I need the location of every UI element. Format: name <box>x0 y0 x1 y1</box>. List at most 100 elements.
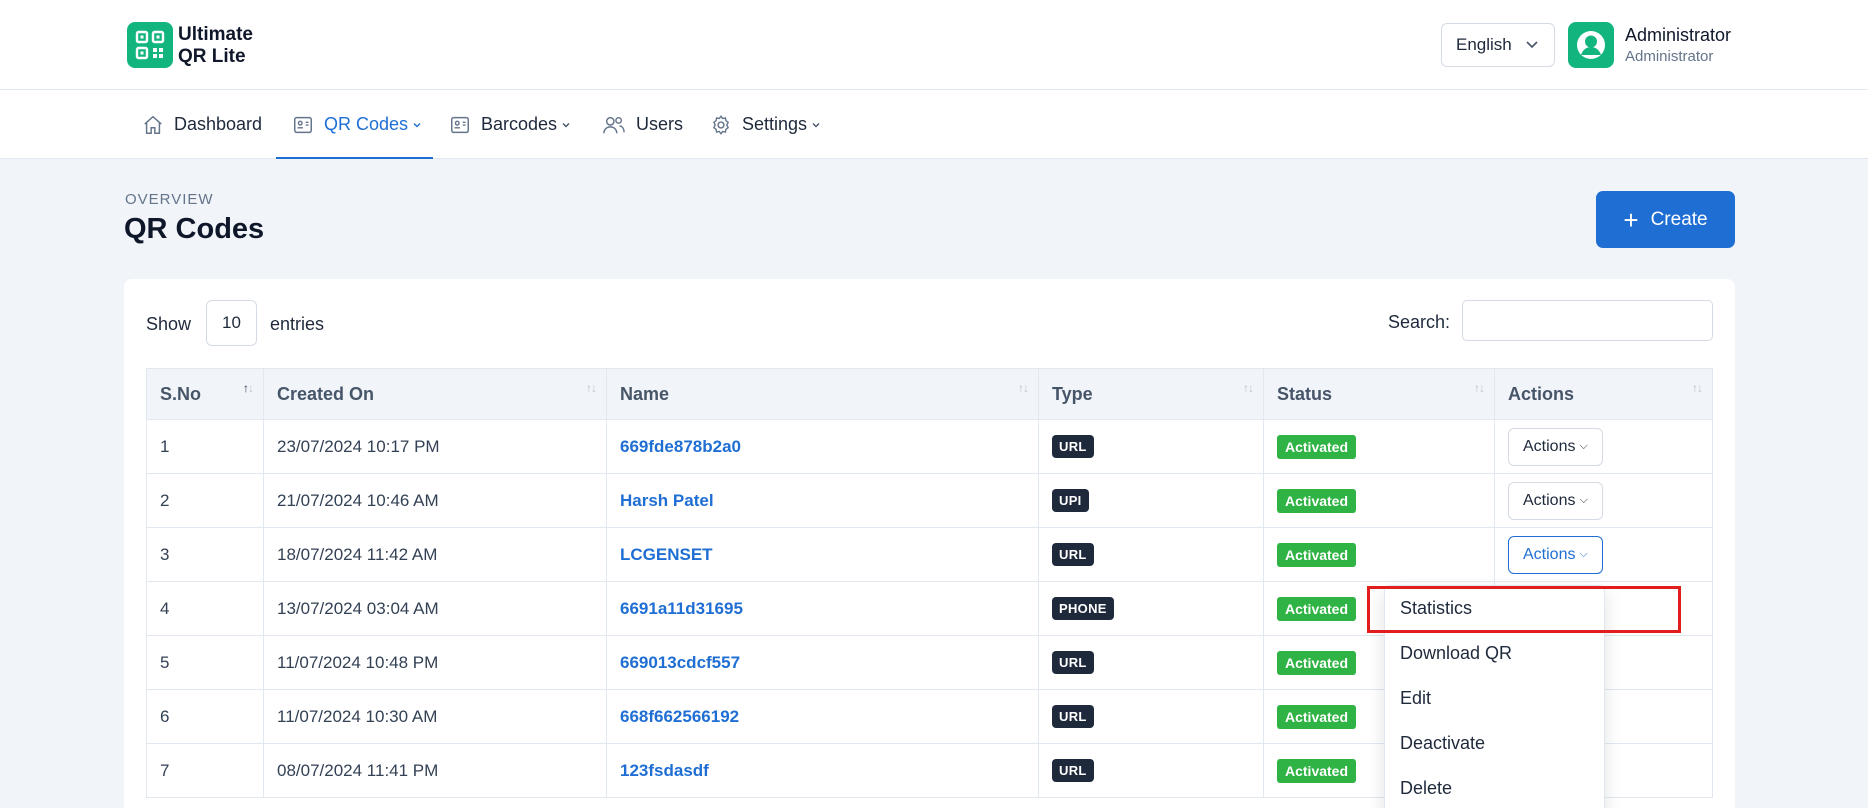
cell-name-link[interactable]: 669013cdcf557 <box>606 636 1039 690</box>
cell-status: Activated <box>1263 528 1495 582</box>
nav-label-settings: Settings <box>742 114 808 134</box>
menu-item-deactivate[interactable]: Deactivate <box>1400 733 1485 754</box>
user-avatar-icon <box>1577 31 1605 59</box>
cell-status: Activated <box>1263 420 1495 474</box>
entries-per-page-select[interactable]: 10 <box>206 300 257 346</box>
nav-item-users[interactable]: Users <box>602 90 683 159</box>
column-header-label: Actions <box>1508 383 1575 404</box>
cell-sno: 4 <box>146 582 264 636</box>
cell-created-on: 11/07/2024 10:48 PM <box>263 636 607 690</box>
menu-item-edit[interactable]: Edit <box>1400 688 1431 709</box>
actions-button[interactable]: Actions ⌵ <box>1508 481 1603 520</box>
column-header-label: Created On <box>277 383 375 404</box>
brand-line-1: Ultimate <box>178 24 253 45</box>
user-name[interactable]: Administrator <box>1625 25 1731 46</box>
sort-icon: ↑↓ <box>586 381 597 395</box>
column-header-type[interactable]: Type ↑↓ <box>1038 368 1264 420</box>
column-header-status[interactable]: Status ↑↓ <box>1263 368 1495 420</box>
cell-name-link[interactable]: 6691a11d31695 <box>606 582 1039 636</box>
cell-name-link[interactable]: Harsh Patel <box>606 474 1039 528</box>
type-badge: URL <box>1052 651 1094 674</box>
avatar[interactable] <box>1568 22 1614 68</box>
column-header-sno[interactable]: S.No ↑↓ <box>146 368 264 420</box>
page-overline: OVERVIEW <box>125 191 214 208</box>
sort-icon: ↑↓ <box>1018 381 1029 395</box>
menu-item-download-qr[interactable]: Download QR <box>1400 643 1512 664</box>
cell-type: URL <box>1038 690 1264 744</box>
chevron-down-icon <box>812 122 820 127</box>
type-badge: UPI <box>1052 489 1089 512</box>
type-badge: URL <box>1052 543 1094 566</box>
type-badge: URL <box>1052 435 1094 458</box>
cell-actions: Actions ⌵ <box>1494 420 1713 474</box>
search-label: Search: <box>1388 312 1451 332</box>
cell-name-link[interactable]: 669fde878b2a0 <box>606 420 1039 474</box>
chevron-down-icon: ⌵ <box>1579 494 1588 506</box>
column-header-label: Status <box>1277 383 1333 404</box>
cell-sno: 2 <box>146 474 264 528</box>
cell-created-on: 13/07/2024 03:04 AM <box>263 582 607 636</box>
chevron-down-icon: ⌵ <box>1579 548 1588 560</box>
nav-item-qr-codes[interactable]: QR Codes <box>292 90 422 159</box>
status-badge: Activated <box>1277 704 1357 729</box>
cell-created-on: 18/07/2024 11:42 AM <box>263 528 607 582</box>
cell-name-link[interactable]: 668f662566192 <box>606 690 1039 744</box>
cell-status: Activated <box>1263 474 1495 528</box>
actions-button[interactable]: Actions ⌵ <box>1508 427 1603 466</box>
cell-actions: Actions ⌵ <box>1494 528 1713 582</box>
status-badge: Activated <box>1277 758 1357 783</box>
search-input[interactable] <box>1462 300 1713 341</box>
nav-label-qr-codes: QR Codes <box>324 114 409 134</box>
highlight-box <box>1367 586 1681 633</box>
brand-name[interactable]: Ultimate QR Lite <box>178 24 253 68</box>
status-badge: Activated <box>1277 488 1357 513</box>
status-badge: Activated <box>1277 650 1357 675</box>
entries-label: entries <box>270 314 325 334</box>
sort-icon: ↑↓ <box>1243 381 1254 395</box>
cell-type: PHONE <box>1038 582 1264 636</box>
column-header-name[interactable]: Name ↑↓ <box>606 368 1039 420</box>
qr-name-link[interactable]: 123fsdasdf <box>620 761 709 781</box>
menu-item-delete[interactable]: Delete <box>1400 778 1452 799</box>
qr-name-link[interactable]: 669013cdcf557 <box>620 653 740 673</box>
cell-sno: 6 <box>146 690 264 744</box>
qr-name-link[interactable]: 669fde878b2a0 <box>620 437 741 457</box>
cell-type: URL <box>1038 636 1264 690</box>
nav-item-dashboard[interactable]: Dashboard <box>142 90 262 159</box>
actions-button-open[interactable]: Actions ⌵ <box>1508 535 1603 574</box>
qr-name-link[interactable]: Harsh Patel <box>620 491 714 511</box>
sort-icon: ↑↓ <box>1692 381 1703 395</box>
id-card-icon <box>294 116 312 133</box>
language-select[interactable]: English <box>1441 23 1555 67</box>
qr-name-link[interactable]: 6691a11d31695 <box>620 599 743 619</box>
nav-item-barcodes[interactable]: Barcodes <box>449 90 571 159</box>
qr-name-link[interactable]: 668f662566192 <box>620 707 739 727</box>
cell-name-link[interactable]: 123fsdasdf <box>606 744 1039 798</box>
type-badge: URL <box>1052 759 1094 782</box>
create-button[interactable]: + Create <box>1596 191 1735 248</box>
users-icon <box>603 116 625 133</box>
sort-icon: ↑↓ <box>243 381 254 395</box>
actions-button-label: Actions <box>1523 545 1576 563</box>
cell-type: URL <box>1038 528 1264 582</box>
cell-type: URL <box>1038 744 1264 798</box>
column-header-label: Name <box>620 383 670 404</box>
column-header-created-on[interactable]: Created On ↑↓ <box>263 368 607 420</box>
cell-sno: 3 <box>146 528 264 582</box>
cell-name-link[interactable]: LCGENSET <box>606 528 1039 582</box>
cell-sno: 7 <box>146 744 264 798</box>
status-badge: Activated <box>1277 596 1357 621</box>
actions-button-label: Actions <box>1523 437 1576 455</box>
column-header-actions[interactable]: Actions ↑↓ <box>1494 368 1713 420</box>
qr-logo-icon[interactable] <box>127 22 173 68</box>
chevron-down-icon <box>413 122 421 127</box>
create-button-label: Create <box>1650 208 1708 230</box>
active-tab-indicator <box>276 157 433 159</box>
cell-created-on: 21/07/2024 10:46 AM <box>263 474 607 528</box>
qr-name-link[interactable]: LCGENSET <box>620 545 713 565</box>
cell-created-on: 23/07/2024 10:17 PM <box>263 420 607 474</box>
nav-item-settings[interactable]: Settings <box>710 90 821 159</box>
nav-label-barcodes: Barcodes <box>481 114 558 134</box>
chevron-down-icon: ⌵ <box>1579 440 1588 452</box>
cell-sno: 1 <box>146 420 264 474</box>
